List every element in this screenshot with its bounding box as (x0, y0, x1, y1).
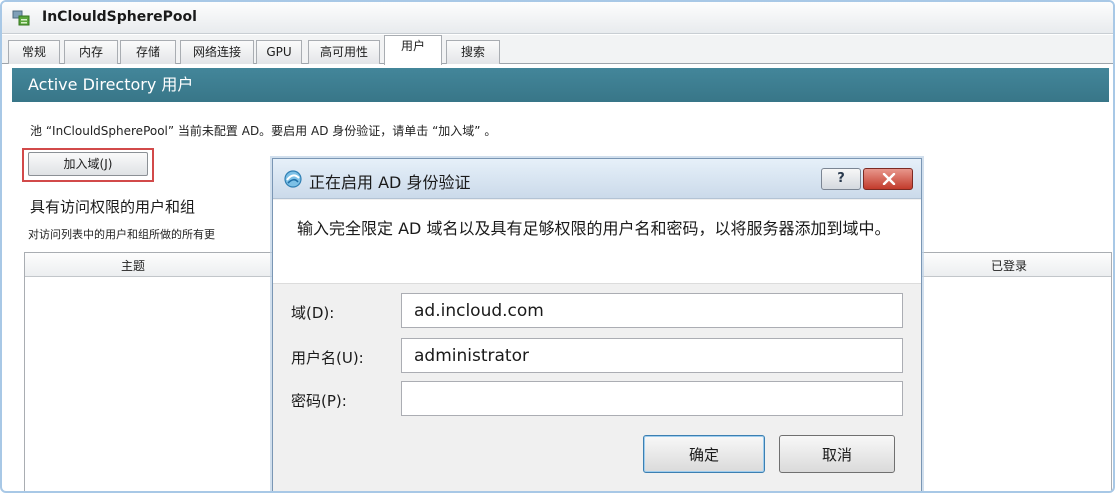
tab-storage[interactable]: 存储 (120, 40, 176, 64)
dialog-titlebar: 正在启用 AD 身份验证 ? (273, 159, 921, 199)
tab-general[interactable]: 常规 (8, 40, 60, 64)
tab-networking[interactable]: 网络连接 (180, 40, 254, 64)
help-button[interactable]: ? (821, 168, 861, 190)
close-icon (882, 173, 896, 185)
ad-auth-icon (283, 169, 303, 189)
pool-window: InClouldSpherePool 常规 内存 存储 网络连接 GPU 高可用… (0, 0, 1115, 493)
dialog-title: 正在启用 AD 身份验证 (309, 173, 471, 192)
tab-gpu[interactable]: GPU (256, 40, 302, 64)
close-button[interactable] (863, 168, 913, 190)
enable-ad-dialog: 正在启用 AD 身份验证 ? 输入完全限定 AD 域名以及具有足够权限的用户名和… (272, 158, 922, 491)
cancel-button[interactable]: 取消 (779, 435, 895, 473)
section-title: Active Directory 用户 (12, 68, 1109, 102)
password-label: 密码(P): (291, 392, 347, 410)
ok-button[interactable]: 确定 (643, 435, 765, 473)
column-subject[interactable]: 主题 (121, 257, 145, 274)
dialog-message-area: 输入完全限定 AD 域名以及具有足够权限的用户名和密码，以将服务器添加到域中。 (273, 200, 921, 284)
ad-notice: 池 “InClouldSpherePool” 当前未配置 AD。要启用 AD 身… (30, 124, 497, 138)
tab-bar: 常规 内存 存储 网络连接 GPU 高可用性 用户 搜索 (2, 35, 1113, 65)
tab-users[interactable]: 用户 (384, 35, 442, 65)
tab-high-availability[interactable]: 高可用性 (308, 40, 380, 64)
dialog-message: 输入完全限定 AD 域名以及具有足够权限的用户名和密码，以将服务器添加到域中。 (297, 219, 891, 238)
username-label: 用户名(U): (291, 349, 364, 367)
username-field[interactable] (401, 338, 903, 373)
access-description: 对访问列表中的用户和组所做的所有更 (28, 228, 215, 241)
domain-field[interactable] (401, 293, 903, 328)
column-logged-in[interactable]: 已登录 (991, 257, 1027, 274)
tab-memory[interactable]: 内存 (64, 40, 118, 64)
password-field[interactable] (401, 381, 903, 416)
pool-icon (12, 9, 30, 27)
domain-label: 域(D): (291, 304, 335, 322)
join-domain-button[interactable]: 加入域(J) (28, 152, 148, 176)
tab-search[interactable]: 搜索 (446, 40, 500, 64)
access-heading: 具有访问权限的用户和组 (30, 198, 196, 216)
window-titlebar: InClouldSpherePool (2, 2, 1113, 34)
window-title: InClouldSpherePool (42, 9, 197, 25)
